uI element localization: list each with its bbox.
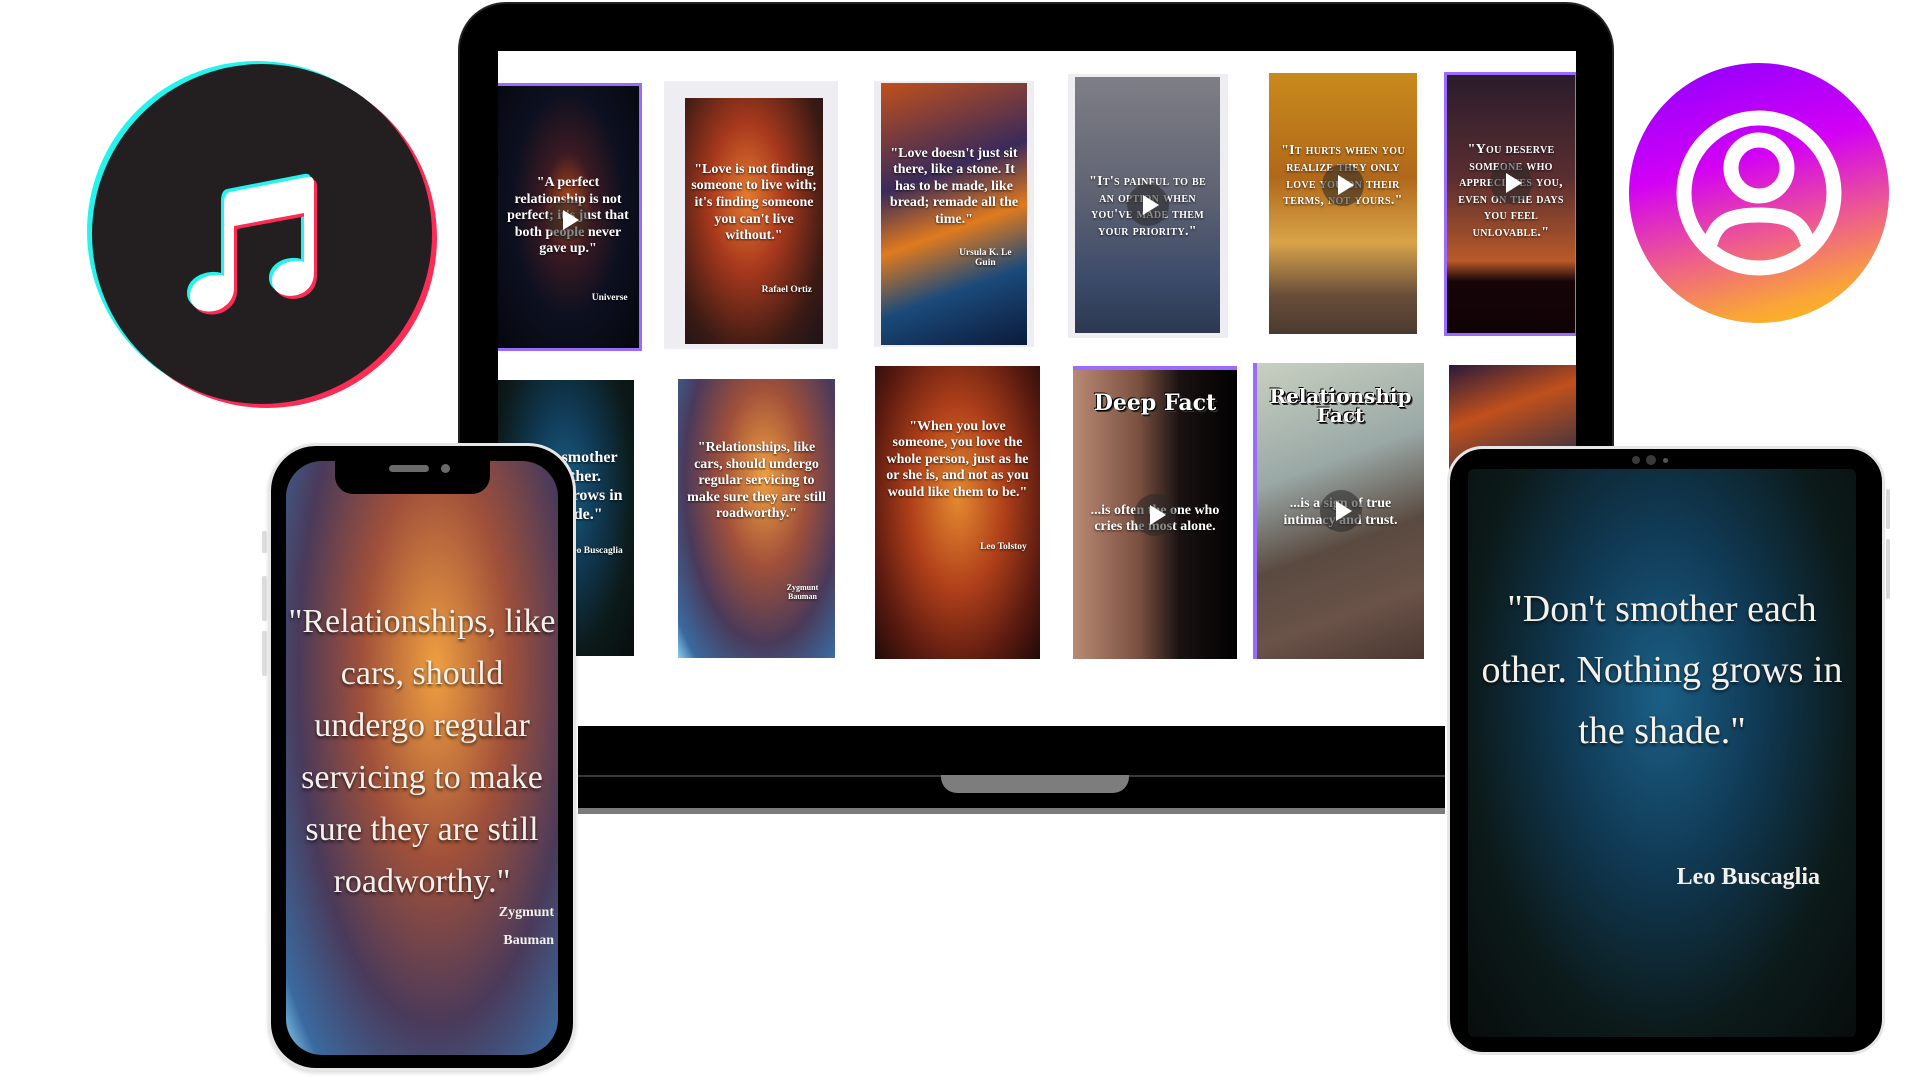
laptop-trackpad-notch — [941, 775, 1129, 793]
tablet-quote: "Don't smother each other. Nothing grows… — [1481, 588, 1843, 752]
phone-volume-up — [262, 576, 267, 621]
tablet-sensor — [1632, 456, 1640, 464]
card-quote: "Relationships, like cars, should underg… — [687, 440, 826, 522]
video-card-5[interactable]: "It hurts when you realize they only lov… — [1269, 73, 1417, 334]
video-card-3[interactable]: "Love doesn't just sit there, like a sto… — [881, 83, 1027, 345]
phone-quote: "Relationships, like cars, should underg… — [288, 603, 556, 900]
card-author: Universe — [591, 292, 628, 303]
play-icon[interactable] — [1319, 490, 1362, 532]
video-card-9[interactable]: "When you love someone, you love the who… — [875, 366, 1040, 659]
phone-silent-switch — [262, 531, 267, 553]
video-card-4[interactable]: "It's painful to be an option when you'v… — [1075, 77, 1220, 333]
card-author: Ursula K. Le Guin — [959, 248, 1012, 269]
tablet-screen[interactable]: "Don't smother each other. Nothing grows… — [1468, 469, 1856, 1037]
video-card-2[interactable]: "Love is not finding someone to live wit… — [685, 98, 823, 344]
phone-volume-down — [262, 631, 267, 676]
play-icon[interactable] — [1134, 493, 1176, 536]
tiktok-music-icon — [92, 64, 432, 404]
tablet-light-sensor — [1663, 458, 1668, 463]
phone-mockup: "Relationships, like cars, should underg… — [262, 443, 576, 1071]
phone-notch — [335, 458, 490, 494]
laptop-mockup: "A perfect relationship is not perfect; … — [458, 2, 1614, 728]
card-heading: Deep Fact — [1093, 390, 1217, 417]
tablet-camera-icon — [1646, 455, 1656, 465]
tablet-button — [1886, 489, 1890, 529]
tablet-mockup: "Don't smother each other. Nothing grows… — [1447, 446, 1890, 1055]
play-icon[interactable] — [547, 198, 589, 241]
laptop-base — [578, 726, 1445, 810]
video-card-6[interactable]: "You deserve someone who appreciates you… — [1444, 72, 1576, 336]
video-card-11[interactable]: Relationship Fact ...is a sign of true i… — [1253, 363, 1424, 659]
tablet-button — [1886, 539, 1890, 599]
card-quote: "Love is not finding someone to live wit… — [691, 161, 817, 244]
card-heading: Relationship Fact — [1269, 383, 1412, 427]
video-card-1[interactable]: "A perfect relationship is not perfect; … — [498, 83, 642, 351]
card-author: Zygmunt Bauman — [786, 582, 819, 601]
phone-author: Zygmunt Bauman — [498, 905, 554, 948]
play-icon[interactable] — [1322, 164, 1364, 207]
phone-camera-icon — [441, 464, 450, 473]
card-quote: "Love doesn't just sit there, like a sto… — [889, 145, 1019, 227]
tablet-author: Leo Buscaglia — [1676, 864, 1820, 890]
phone-speaker — [389, 465, 429, 472]
play-icon[interactable] — [1126, 184, 1169, 226]
card-author: Rafael Ortiz — [761, 284, 812, 295]
phone-screen[interactable]: "Relationships, like cars, should underg… — [286, 461, 558, 1055]
laptop-screen: "A perfect relationship is not perfect; … — [498, 51, 1576, 728]
music-note-icon — [187, 173, 317, 315]
video-card-10[interactable]: Deep Fact ...is often the one who cries … — [1073, 366, 1237, 659]
card-quote: "When you love someone, you love the who… — [886, 418, 1029, 500]
laptop-foot — [578, 808, 1445, 814]
user-profile-icon — [1676, 110, 1842, 276]
video-card-8[interactable]: "Relationships, like cars, should underg… — [678, 379, 835, 658]
instagram-profile-icon — [1629, 63, 1889, 323]
card-author: Leo Tolstoy — [980, 541, 1027, 552]
